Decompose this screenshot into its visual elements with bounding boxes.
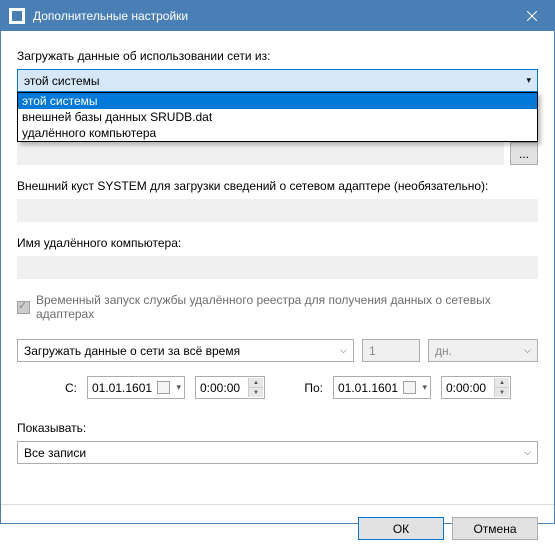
to-label: По:	[299, 381, 323, 395]
chevron-down-icon: ⌵	[524, 345, 531, 356]
app-icon	[9, 8, 25, 24]
time-spinner[interactable]: ▲▼	[248, 378, 263, 397]
period-count-field: 1	[362, 339, 420, 362]
chevron-down-icon: ⌵	[524, 447, 531, 458]
footer: ОК Отмена	[1, 504, 554, 552]
from-date-field[interactable]: 01.01.1601 ▾	[87, 376, 185, 399]
chevron-down-icon: ⌵	[340, 345, 347, 356]
spin-down-icon[interactable]: ▼	[248, 388, 263, 397]
temp-service-label: Временный запуск службы удалённого реест…	[36, 293, 538, 321]
cancel-button[interactable]: Отмена	[452, 517, 538, 540]
spin-up-icon[interactable]: ▲	[494, 378, 509, 388]
window-title: Дополнительные настройки	[33, 9, 509, 23]
calendar-icon	[403, 381, 416, 394]
ok-button[interactable]: ОК	[358, 517, 444, 540]
remote-label: Имя удалённого компьютера:	[17, 236, 538, 250]
spin-up-icon[interactable]: ▲	[248, 378, 263, 388]
source-option[interactable]: удалённого компьютера	[18, 125, 537, 141]
source-label: Загружать данные об использовании сети и…	[17, 49, 538, 63]
show-label: Показывать:	[17, 421, 538, 435]
show-select[interactable]: Все записи ⌵	[17, 441, 538, 464]
from-label: С:	[57, 381, 77, 395]
browse-button[interactable]: ...	[510, 142, 538, 165]
source-value: этой системы	[24, 74, 100, 88]
period-mode-select[interactable]: Загружать данные о сети за всё время ⌵	[17, 339, 354, 362]
from-time-field[interactable]: 0:00:00 ▲▼	[195, 376, 265, 399]
temp-service-checkbox	[17, 301, 30, 314]
chevron-down-icon: ▾	[176, 382, 181, 393]
close-icon	[527, 11, 537, 21]
hive-label: Внешний куст SYSTEM для загрузки сведени…	[17, 179, 538, 193]
source-option[interactable]: внешней базы данных SRUDB.dat	[18, 109, 537, 125]
hive-field	[17, 199, 538, 222]
temp-service-checkbox-row: Временный запуск службы удалённого реест…	[17, 293, 538, 321]
source-select[interactable]: этой системы ▾ этой системы внешней базы…	[17, 69, 538, 92]
calendar-icon	[157, 381, 170, 394]
source-option[interactable]: этой системы	[18, 93, 537, 109]
remote-field	[17, 256, 538, 279]
close-button[interactable]	[509, 1, 554, 31]
content-area: Загружать данные об использовании сети и…	[1, 31, 554, 504]
titlebar: Дополнительные настройки	[1, 1, 554, 31]
path-field	[17, 142, 504, 165]
period-unit-select: дн. ⌵	[428, 339, 538, 362]
to-date-field[interactable]: 01.01.1601 ▾	[333, 376, 431, 399]
chevron-down-icon: ▾	[422, 382, 427, 393]
chevron-down-icon: ▾	[526, 75, 531, 86]
source-dropdown: этой системы внешней базы данных SRUDB.d…	[17, 92, 538, 142]
to-time-field[interactable]: 0:00:00 ▲▼	[441, 376, 511, 399]
time-spinner[interactable]: ▲▼	[494, 378, 509, 397]
spin-down-icon[interactable]: ▼	[494, 388, 509, 397]
